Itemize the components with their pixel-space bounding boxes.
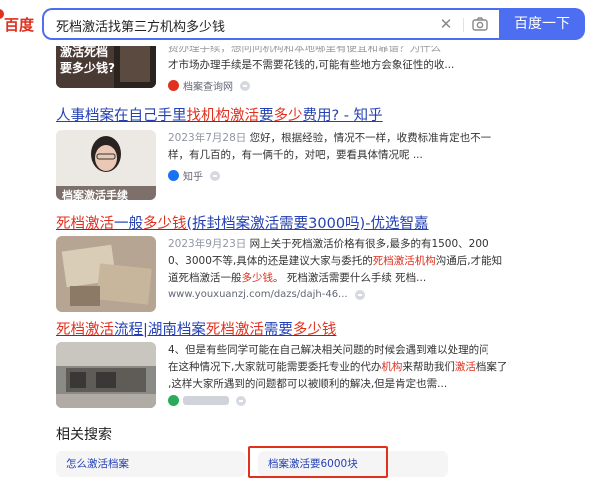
snippet-text: 网上关于死档激活价格有很多,最多的有1500、200 (249, 238, 489, 250)
source-url: www.youxuanzj.com/dazs/dajh-46... (168, 289, 348, 300)
result-date: 2023年7月28日 (168, 132, 247, 144)
search-header: 百度 死档激活找第三方机构多少钱 ✕ 百度一下 (0, 0, 600, 46)
baidu-logo[interactable]: 百度 (4, 14, 34, 35)
source-name: 知乎 (183, 172, 203, 183)
thumbnail-caption: 激活死档要多少钱? (60, 45, 115, 75)
source-logo-icon (168, 395, 179, 406)
source-logo-icon (168, 80, 179, 91)
title-segment: 多少钱 (292, 322, 337, 338)
result-title[interactable]: 人事档案在自己手里找机构激活要多少费用? - 知乎 (56, 104, 383, 125)
search-divider (463, 18, 464, 32)
snippet-text: 。 死档激活需要什么手续 死档... (273, 272, 427, 284)
more-options-icon[interactable] (354, 289, 365, 300)
title-segment: 一般 (114, 216, 143, 232)
snippet-highlight: 多少钱 (241, 272, 274, 284)
snippet-text: 0、3000不等,具体的还是建议大家与委托的 (168, 255, 373, 267)
snippet-line: 0、3000不等,具体的还是建议大家与委托的死档激活机构沟通后,才能知 (168, 253, 502, 270)
snippet-text: 档案了 (475, 361, 508, 373)
result-item-2: 人事档案在自己手里找机构激活要多少费用? - 知乎 档案激活手续 2023年7月… (56, 104, 491, 204)
result-item-4: 死档激活流程|湖南档案死档激活需要多少钱 4、但是有些同学可能在自己解决相关问题… (56, 318, 507, 418)
result-item-3: 死档激活一般多少钱(拆封档案激活需要3000吗)-优选智嘉 2023年9月23日… (56, 212, 502, 312)
result-source[interactable]: 档案查询网 (168, 78, 250, 93)
snippet-line: 样，有几百的，有一俩千的，对吧，要看具体情况呢 ... (168, 149, 423, 161)
title-segment: 需要 (263, 322, 293, 338)
title-segment: 死档激活 (56, 322, 114, 338)
result-title[interactable]: 死档激活流程|湖南档案死档激活需要多少钱 (56, 318, 336, 339)
more-options-icon[interactable] (210, 170, 220, 181)
title-segment: 找机构激活 (186, 108, 260, 124)
snippet-line: 在这种情况下,大家就可能需要委托专业的代办机构来帮助我们激活档案了 (168, 359, 507, 376)
title-segment: 要 (259, 108, 274, 124)
result-date: 2023年9月23日 (168, 238, 247, 250)
blurred-source-name (183, 396, 229, 405)
search-input[interactable]: 死档激活找第三方机构多少钱 (56, 16, 225, 35)
result-snippet: 4、但是有些同学可能在自己解决相关问题的时候会遇到难以处理的问题, 在这种情况下… (168, 342, 507, 393)
snippet-line: 4、但是有些同学可能在自己解决相关问题的时候会遇到难以处理的问题, (168, 344, 488, 356)
title-segment: 人事档案在自己手里 (56, 108, 187, 124)
related-searches-title: 相关搜索 (56, 427, 112, 443)
title-segment: 多少钱 (143, 216, 187, 232)
snippet-line: 2023年9月23日 网上关于死档激活价格有很多,最多的有1500、200 (168, 236, 489, 253)
title-segment: 费用? - 知乎 (302, 108, 383, 124)
result-source[interactable]: 知乎 (168, 168, 220, 183)
title-segment: 死档激活 (56, 216, 114, 232)
thumbnail-image (56, 342, 156, 408)
result-title[interactable]: 死档激活一般多少钱(拆封档案激活需要3000吗)-优选智嘉 (56, 212, 428, 233)
snippet-text: 您好，根据经验，情况不一样，收费标准肯定也不一 (249, 132, 492, 144)
result-snippet: 2023年9月23日 网上关于死档激活价格有很多,最多的有1500、200 0、… (168, 236, 502, 287)
snippet-line: ,这样大家所遇到的问题都可以被顺利的解决,但是肯定也需... (168, 378, 448, 390)
snippet-text: 在这种情况下,大家就可能需要委托专业的代办 (168, 361, 382, 373)
highlight-box (248, 446, 388, 478)
snippet-highlight: 死档激活机构 (372, 255, 436, 267)
result-thumbnail[interactable] (56, 236, 156, 312)
snippet-text: 道死档激活一般 (168, 272, 242, 284)
snippet-highlight: 激活 (454, 361, 476, 373)
snippet-line: 才市场办理手续是不需要花钱的,可能有些地方会象征性的收... (168, 59, 455, 71)
more-options-icon[interactable] (236, 395, 246, 406)
snippet-highlight: 机构 (381, 361, 403, 373)
snippet-text: 来帮助我们 (402, 361, 455, 373)
camera-icon[interactable] (471, 15, 489, 33)
result-thumbnail[interactable]: 档案激活手续 (56, 130, 156, 200)
result-source[interactable] (168, 395, 246, 406)
result-source[interactable]: www.youxuanzj.com/dazs/dajh-46... (168, 289, 365, 300)
search-box[interactable]: 死档激活找第三方机构多少钱 ✕ (42, 8, 501, 40)
more-options-icon[interactable] (240, 80, 250, 91)
title-segment: 死档激活 (205, 322, 264, 338)
title-segment: 流程|湖南档案 (114, 322, 206, 338)
thumbnail-caption: 档案激活手续 (62, 189, 128, 200)
search-button[interactable]: 百度一下 (499, 8, 585, 40)
thumbnail-image (56, 236, 156, 312)
related-search-item[interactable]: 怎么激活档案 (56, 451, 246, 477)
snippet-line: 道死档激活一般多少钱。 死档激活需要什么手续 死档... (168, 270, 478, 287)
zhihu-logo-icon (168, 170, 179, 181)
snippet-line: 2023年7月28日 您好，根据经验，情况不一样，收费标准肯定也不一 (168, 130, 491, 147)
source-name: 档案查询网 (183, 82, 233, 93)
snippet-text: 沟通后,才能知 (435, 255, 503, 267)
title-segment: (拆封档案激活需要3000吗)-优选智嘉 (186, 216, 429, 232)
result-thumbnail[interactable] (56, 342, 156, 408)
title-segment: 多少 (273, 108, 303, 124)
result-snippet: 2023年7月28日 您好，根据经验，情况不一样，收费标准肯定也不一 样，有几百… (168, 130, 491, 164)
clear-icon[interactable]: ✕ (437, 13, 455, 35)
